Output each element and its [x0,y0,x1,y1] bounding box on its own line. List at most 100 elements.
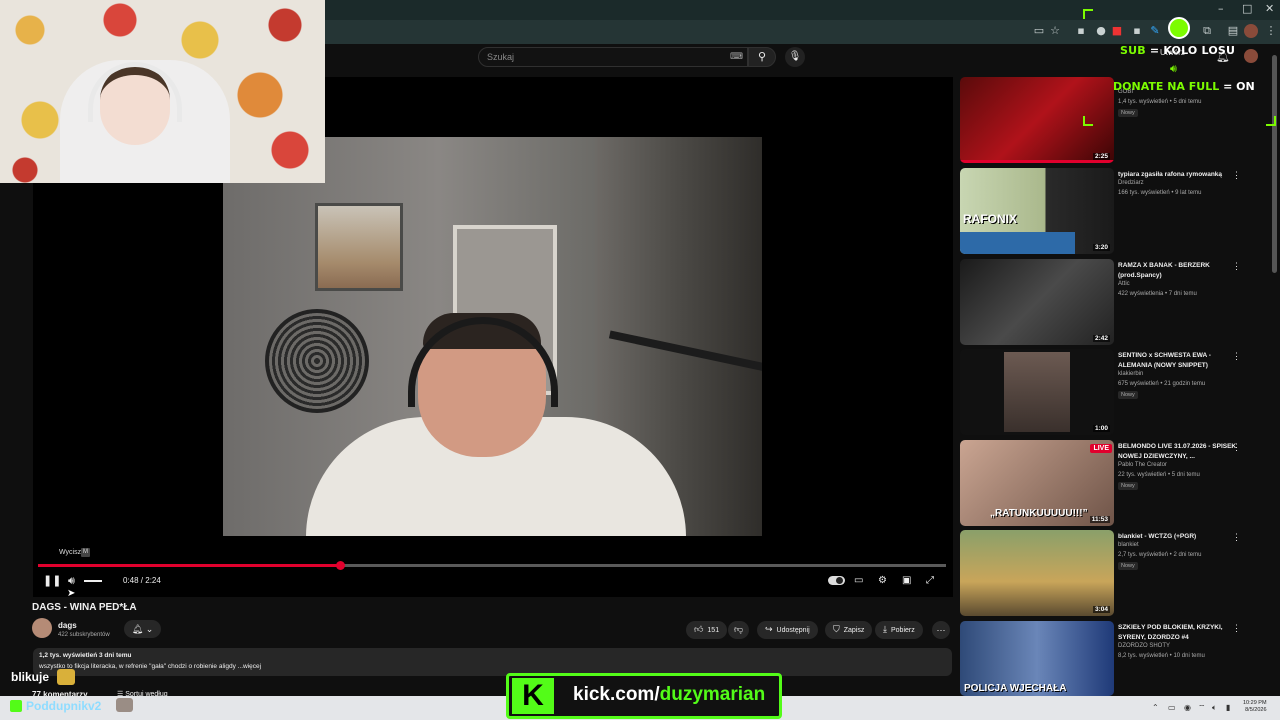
clock[interactable]: 10:29 PM 8/5/2026 [1243,700,1267,714]
dislike-button[interactable]: 👎︎ [728,621,750,639]
chevron-up-icon[interactable]: ⌃ [1152,703,1159,712]
recommendation-title[interactable]: typiara zgasiła rafona rymowanką [1118,170,1242,180]
share-icon: ↪ [765,625,773,635]
mute-shortcut-key: M [81,548,90,557]
video-duration: 11:53 [1089,516,1110,523]
speaker-icon[interactable]: 🔈︎ [1212,703,1217,713]
tray-icon[interactable]: ◉ [1184,703,1191,712]
subscription-bell-button[interactable]: 🔔︎ ⌄ [124,620,161,638]
maximize-icon[interactable]: □ [1242,2,1252,15]
more-options-icon[interactable]: ⋮ [1232,261,1241,272]
tab-search-icon[interactable]: ▤ [1226,24,1240,38]
more-options-icon[interactable]: ⋮ [1232,623,1241,634]
extension-icon[interactable]: ▪ [1074,24,1088,38]
recommendation-title[interactable]: BELMONDO LIVE 31.07.2026 - SPISEK NOWEJ … [1118,442,1242,461]
progress-scrubber[interactable] [336,561,345,570]
save-button[interactable]: ⛉ Zapisz [825,621,873,639]
profile-icon[interactable] [1244,24,1258,38]
like-button[interactable]: 👍︎ 151 [686,621,728,639]
recommendation-meta: 1,4 tys. wyświetleń • 5 dni temu [1118,99,1202,105]
scrollbar[interactable] [1272,55,1277,273]
chat-emote [57,669,75,685]
screen-cast-icon[interactable]: ▭ [1032,24,1046,38]
recommendation-thumbnail[interactable]: RAFONIX 3:20 [960,168,1114,254]
mute-tooltip: Wycisz [59,549,82,556]
recommendation-title[interactable]: blankiet - WCTZG (+PGR) [1118,532,1242,542]
recommendation-thumbnail[interactable]: POLICJA WJECHAŁA [960,621,1114,696]
recommendation-channel[interactable]: klakierbin [1118,371,1143,377]
recommendation-thumbnail[interactable]: LIVE „RATUNKUUUUU!!!” 11:53 [960,440,1114,526]
overlay-corner [1083,9,1093,19]
extension-icon[interactable]: ■ [1110,24,1124,38]
settings-icon[interactable]: ⚙ [878,574,887,588]
recommendation-meta: 8,2 tys. wyświetleń • 10 dni temu [1118,653,1205,659]
recommendation-title[interactable]: SENTINO x SCHWESTA EWA - ALEMANIA (NOWY … [1118,351,1242,370]
recommendation-title[interactable]: RAMZA X BANAK - BERZERK (prod.Spancy) [1118,261,1242,280]
share-button[interactable]: ↪ Udostępnij [757,621,818,639]
search-input[interactable]: Szukaj [478,47,748,67]
recommendation-item[interactable]: 1:00 SENTINO x SCHWESTA EWA - ALEMANIA (… [960,349,1260,435]
sub-goal-text: SUB = KOLO LOSU [1120,44,1236,57]
extension-icon[interactable]: ✎ [1148,24,1162,38]
subscriber-count: 422 subskrybentów [58,632,110,638]
recommendation-item[interactable]: 3:04 blankiet - WCTZG (+PGR) blankiet 2,… [960,530,1260,616]
recommendation-thumbnail[interactable]: 1:00 [960,349,1114,435]
recommendation-meta: 166 tys. wyświetleń • 9 lat temu [1118,190,1202,196]
recommendation-channel[interactable]: Attic [1118,281,1130,287]
close-icon[interactable]: ✕ [1265,2,1274,15]
search-icon: ⚲ [757,51,767,63]
kick-url: kick.com/duzymarian [573,684,766,705]
new-badge: Nowy [1118,391,1138,399]
recommendation-channel[interactable]: Dredziarz [1118,180,1144,186]
more-options-icon[interactable]: ⋮ [1232,170,1241,181]
channel-avatar[interactable] [32,618,52,638]
recommendation-item[interactable]: POLICJA WJECHAŁA SZKIEŁY POD BLOKIEM, KR… [960,621,1260,696]
thumbnail-text: RAFONIX [963,212,1017,226]
overlay-corner [1266,116,1276,126]
recommendation-item[interactable]: LIVE „RATUNKUUUUU!!!” 11:53 BELMONDO LIV… [960,440,1260,526]
minimize-icon[interactable]: – [1218,2,1224,15]
channel-name[interactable]: dags [58,621,77,630]
volume-icon[interactable]: 🔊︎ [68,574,75,588]
theater-mode-icon[interactable]: ▣ [902,574,911,588]
progress-fill [38,564,340,567]
recommendation-channel[interactable]: blankiet [1118,542,1139,548]
puzzle-icon[interactable]: ⧉ [1200,24,1214,38]
more-actions-button[interactable]: ⋯ [932,621,950,639]
battery-icon[interactable]: ▮ [1226,703,1230,712]
donate-status-text: DONATE NA FULL = ON [1113,80,1255,93]
fullscreen-icon[interactable]: ⤢ [926,574,934,588]
recommendation-channel[interactable]: DZORDZO SHOTY [1118,643,1170,649]
extension-icon[interactable]: ▪ [1130,24,1144,38]
search-button[interactable]: ⚲ [748,47,776,67]
recommendation-meta: 675 wyświetleń • 21 godzin temu [1118,381,1206,387]
video-duration: 1:00 [1092,425,1110,432]
recommendation-item[interactable]: 2:42 RAMZA X BANAK - BERZERK (prod.Spanc… [960,259,1260,345]
download-icon: ⤓ [883,625,887,635]
recommendation-item[interactable]: RAFONIX 3:20 typiara zgasiła rafona rymo… [960,168,1260,254]
recommendation-thumbnail[interactable]: 2:42 [960,259,1114,345]
extension-icon[interactable]: ● [1094,24,1108,38]
recommendation-thumbnail[interactable]: 3:04 [960,530,1114,616]
recommendation-channel[interactable]: Pablo The Creator [1118,462,1167,468]
keyboard-icon[interactable]: ⌨ [730,51,743,61]
download-button[interactable]: ⤓ Pobierz [875,621,923,639]
menu-dots-icon[interactable]: ⋮ [1264,24,1278,38]
account-avatar[interactable] [1244,49,1258,63]
subtitles-icon[interactable]: ▭ [854,574,863,588]
tray-icon[interactable]: ▭ [1168,703,1176,712]
wifi-icon[interactable]: ⌔ [1198,703,1206,713]
video-duration: 2:25 [1092,153,1110,160]
video-frame[interactable] [223,137,762,536]
thumbs-up-icon: 👍︎ [694,625,704,635]
description-box[interactable] [33,648,952,676]
chat-username: Poddupnikv2 [26,699,102,713]
volume-slider[interactable] [84,580,102,582]
more-options-icon[interactable]: ⋮ [1232,532,1241,543]
voice-search-button[interactable]: 🎙︎ [785,47,805,67]
pause-icon[interactable]: ❚❚ [43,574,61,588]
star-icon[interactable]: ☆ [1048,24,1062,38]
more-options-icon[interactable]: ⋮ [1232,351,1241,362]
more-options-icon[interactable]: ⋮ [1232,442,1241,453]
recommendation-title[interactable]: SZKIEŁY POD BLOKIEM, KRZYKI, SYRENY, DZO… [1118,623,1242,642]
